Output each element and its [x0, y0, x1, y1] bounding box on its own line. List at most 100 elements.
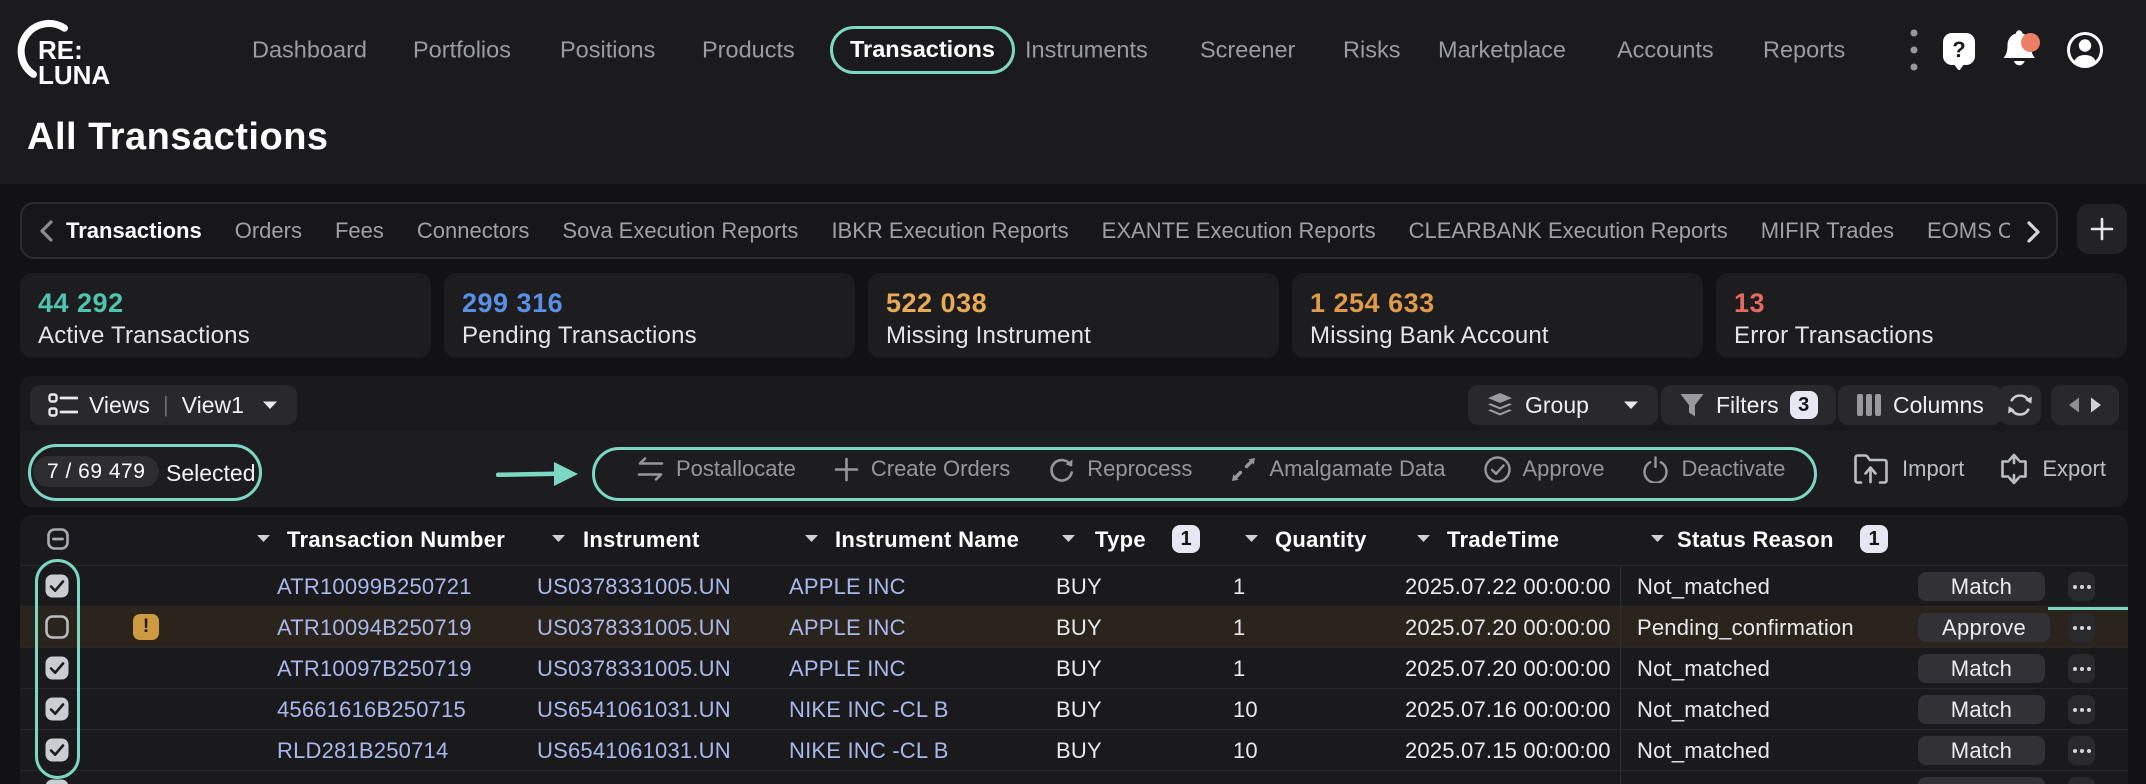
row-checkbox-checked[interactable]	[45, 656, 69, 680]
row-checkbox-unchecked[interactable]	[45, 615, 69, 639]
column-menu-icon[interactable]	[1243, 533, 1260, 544]
table-row[interactable]: ! ATR10094B250719 US0378331005.UN APPLE …	[20, 606, 2128, 647]
table-row[interactable]: ! 45661616B250715 US6541061031.UN NIKE I…	[20, 688, 2128, 729]
group-dropdown[interactable]: Group	[1468, 385, 1658, 425]
column-header-tradetime[interactable]: TradeTime	[1447, 527, 1559, 553]
cell-transaction-number[interactable]: RLD281B250714	[277, 738, 448, 764]
filters-button[interactable]: Filters 3	[1661, 385, 1836, 425]
row-checkbox-checked[interactable]	[45, 779, 69, 784]
row-action-button[interactable]: Match	[1918, 654, 2045, 683]
export-button[interactable]: Export	[1988, 453, 2118, 485]
nav-item-screener[interactable]: Screener	[1200, 37, 1295, 64]
cell-transaction-number[interactable]: ATR10099B250721	[277, 574, 472, 600]
cell-instrument[interactable]: US0378331005.UN	[537, 574, 731, 600]
stat-card-pending-transactions[interactable]: 299 316 Pending Transactions	[444, 273, 855, 358]
tab-exante-execution-reports[interactable]: EXANTE Execution Reports	[1102, 218, 1376, 244]
cell-instrument[interactable]: US0378331005.UN	[537, 656, 731, 682]
deactivate-button[interactable]: Deactivate	[1623, 456, 1804, 483]
row-more-menu-button[interactable]	[2068, 695, 2095, 724]
stat-card-error-transactions[interactable]: 13 Error Transactions	[1716, 273, 2127, 358]
postallocate-button[interactable]: Postallocate	[618, 456, 815, 482]
column-header-instrument[interactable]: Instrument	[583, 527, 700, 553]
row-action-button[interactable]: Match	[1918, 736, 2045, 765]
column-header-transaction-number[interactable]: Transaction Number	[287, 527, 505, 553]
column-header-type[interactable]: Type	[1095, 527, 1146, 553]
table-row[interactable]: !	[20, 770, 2128, 784]
column-header-quantity[interactable]: Quantity	[1275, 527, 1367, 553]
row-checkbox-checked[interactable]	[45, 738, 69, 762]
cell-transaction-number[interactable]: ATR10097B250719	[277, 656, 472, 682]
notifications-bell-icon[interactable]	[2000, 29, 2042, 71]
cell-transaction-number[interactable]: 45661616B250715	[277, 697, 466, 723]
reprocess-button[interactable]: Reprocess	[1029, 456, 1211, 483]
stat-card-missing-bank-account[interactable]: 1 254 633 Missing Bank Account	[1292, 273, 1703, 358]
row-action-button[interactable]	[1918, 777, 2045, 784]
table-row[interactable]: ! ATR10099B250721 US0378331005.UN APPLE …	[20, 565, 2128, 606]
column-menu-icon[interactable]	[1415, 533, 1432, 544]
page-prev-icon[interactable]	[2067, 396, 2081, 414]
nav-item-positions[interactable]: Positions	[560, 37, 655, 64]
tab-connectors[interactable]: Connectors	[417, 218, 530, 244]
tab-clearbank-execution-reports[interactable]: CLEARBANK Execution Reports	[1409, 218, 1728, 244]
row-action-button[interactable]: Match	[1918, 695, 2045, 724]
column-menu-icon[interactable]	[803, 533, 820, 544]
tab-transactions[interactable]: Transactions	[66, 218, 202, 244]
nav-item-dashboard[interactable]: Dashboard	[252, 37, 367, 64]
columns-button[interactable]: Columns	[1838, 385, 2002, 425]
tab-orders[interactable]: Orders	[235, 218, 302, 244]
tabs-scroll-right-icon[interactable]	[2026, 220, 2042, 244]
column-header-instrument-name[interactable]: Instrument Name	[835, 527, 1019, 553]
cell-instrument[interactable]: US6541061031.UN	[537, 738, 731, 764]
cell-instrument[interactable]: US6541061031.UN	[537, 697, 731, 723]
row-more-menu-button[interactable]	[2068, 572, 2095, 601]
row-checkbox-checked[interactable]	[45, 697, 69, 721]
stat-card-missing-instrument[interactable]: 522 038 Missing Instrument	[868, 273, 1279, 358]
row-checkbox-checked[interactable]	[45, 574, 69, 598]
user-avatar[interactable]	[2066, 31, 2104, 69]
nav-item-transactions[interactable]: Transactions	[830, 26, 1015, 74]
page-next-icon[interactable]	[2089, 396, 2103, 414]
tabs-scroll-left-icon[interactable]	[38, 219, 54, 243]
column-menu-icon[interactable]	[550, 533, 567, 544]
column-menu-icon[interactable]	[255, 533, 272, 544]
create-orders-button[interactable]: Create Orders	[815, 456, 1029, 482]
tab-mifir-trades[interactable]: MIFIR Trades	[1761, 218, 1894, 244]
row-more-menu-button[interactable]	[2068, 613, 2095, 642]
nav-item-portfolios[interactable]: Portfolios	[413, 37, 511, 64]
cell-instrument[interactable]: US0378331005.UN	[537, 615, 731, 641]
refresh-button[interactable]	[1999, 385, 2041, 425]
nav-item-instruments[interactable]: Instruments	[1025, 37, 1148, 64]
row-more-menu-button[interactable]	[2068, 654, 2095, 683]
column-header-status-reason[interactable]: Status Reason	[1677, 527, 1834, 553]
table-row[interactable]: ! ATR10097B250719 US0378331005.UN APPLE …	[20, 647, 2128, 688]
column-menu-icon[interactable]	[1649, 533, 1666, 544]
row-action-button[interactable]: Match	[1918, 572, 2045, 601]
status-reason-filter-badge: 1	[1860, 525, 1888, 553]
tab-fees[interactable]: Fees	[335, 218, 384, 244]
approve-button[interactable]: Approve	[1465, 456, 1624, 483]
import-button[interactable]: Import	[1842, 454, 1976, 484]
pagination-buttons[interactable]	[2051, 385, 2119, 425]
cell-transaction-number[interactable]: ATR10094B250719	[277, 615, 472, 641]
views-dropdown[interactable]: Views | View1	[30, 385, 297, 425]
nav-item-products[interactable]: Products	[702, 37, 795, 64]
table-row[interactable]: ! RLD281B250714 US6541061031.UN NIKE INC…	[20, 729, 2128, 770]
row-action-button[interactable]: Approve	[1918, 613, 2050, 642]
tab-eoms-c[interactable]: EOMS C	[1927, 218, 2010, 244]
help-icon[interactable]: ?	[1942, 30, 1976, 70]
nav-item-marketplace[interactable]: Marketplace	[1438, 37, 1566, 64]
cell-instrument-name: NIKE INC -CL B	[789, 697, 949, 723]
stat-card-active-transactions[interactable]: 44 292 Active Transactions	[20, 273, 431, 358]
add-tab-button[interactable]	[2077, 204, 2127, 254]
tab-ibkr-execution-reports[interactable]: IBKR Execution Reports	[831, 218, 1068, 244]
nav-item-risks[interactable]: Risks	[1343, 37, 1400, 64]
row-more-menu-button[interactable]	[2068, 736, 2095, 765]
kebab-menu-icon[interactable]	[1910, 27, 1918, 73]
column-menu-icon[interactable]	[1060, 533, 1077, 544]
amalgamate-data-button[interactable]: Amalgamate Data	[1211, 456, 1464, 483]
nav-item-accounts[interactable]: Accounts	[1617, 37, 1714, 64]
select-all-checkbox[interactable]	[47, 528, 69, 550]
row-more-menu-button[interactable]	[2068, 777, 2095, 784]
nav-item-reports[interactable]: Reports	[1763, 37, 1845, 64]
tab-sova-execution-reports[interactable]: Sova Execution Reports	[562, 218, 798, 244]
